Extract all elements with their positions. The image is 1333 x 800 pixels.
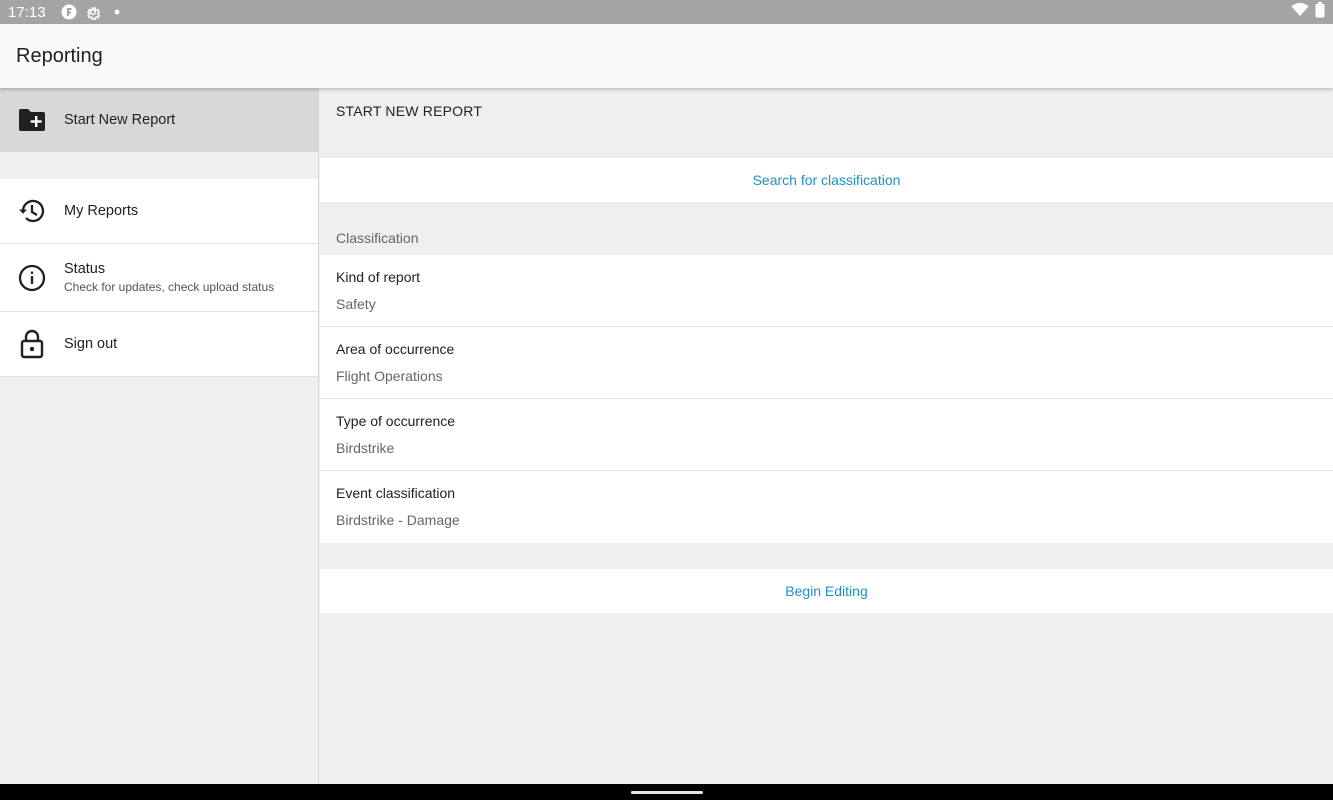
field-value: Flight Operations	[336, 368, 443, 384]
field-value: Birdstrike - Damage	[336, 512, 460, 528]
system-nav-bar	[0, 784, 1333, 800]
battery-icon	[1315, 2, 1325, 22]
field-label: Event classification	[336, 485, 456, 501]
field-value: Birdstrike	[336, 440, 395, 456]
main-content: START NEW REPORT Search for classificati…	[320, 88, 1333, 784]
app-bar: Reporting	[0, 24, 1333, 88]
folder-add-icon	[16, 104, 48, 136]
field-area-of-occurrence[interactable]: Area of occurrence Flight Operations	[320, 327, 1333, 399]
sidebar-item-label: Start New Report	[64, 112, 176, 128]
classification-label: Classification	[336, 230, 419, 246]
lock-icon	[16, 328, 48, 360]
app-notification-icon	[60, 3, 78, 21]
home-handle[interactable]	[630, 790, 703, 794]
sidebar-item-sublabel: Check for updates, check upload status	[64, 280, 275, 294]
sidebar-item-start-new-report[interactable]: Start New Report	[0, 88, 318, 152]
sidebar-item-status[interactable]: Status Check for updates, check upload s…	[0, 244, 318, 312]
field-value: Safety	[336, 296, 376, 312]
sidebar: Start New Report My Reports Status Check…	[0, 88, 319, 784]
sidebar-item-label: Status	[64, 261, 106, 277]
sidebar-item-label: My Reports	[64, 203, 139, 219]
field-type-of-occurrence[interactable]: Type of occurrence Birdstrike	[320, 399, 1333, 471]
status-time: 17:13	[8, 3, 46, 21]
section-title: START NEW REPORT	[336, 103, 483, 119]
search-classification-button[interactable]: Search for classification	[320, 158, 1333, 202]
field-kind-of-report[interactable]: Kind of report Safety	[320, 255, 1333, 327]
sidebar-item-sign-out[interactable]: Sign out	[0, 312, 318, 377]
begin-editing-button[interactable]: Begin Editing	[320, 569, 1333, 613]
classification-fields: Kind of report Safety Area of occurrence…	[320, 255, 1333, 543]
status-bar: 17:13	[0, 0, 1333, 24]
field-event-classification[interactable]: Event classification Birdstrike - Damage	[320, 471, 1333, 543]
history-icon	[16, 195, 48, 227]
wifi-icon	[1291, 2, 1309, 21]
dot-icon	[108, 3, 126, 21]
field-label: Kind of report	[336, 269, 421, 285]
info-icon	[16, 262, 48, 294]
field-label: Type of occurrence	[336, 413, 456, 429]
settings-icon	[84, 3, 102, 21]
app-title: Reporting	[16, 44, 103, 67]
sidebar-item-my-reports[interactable]: My Reports	[0, 179, 318, 244]
sidebar-item-label: Sign out	[64, 336, 118, 352]
field-label: Area of occurrence	[336, 341, 455, 357]
